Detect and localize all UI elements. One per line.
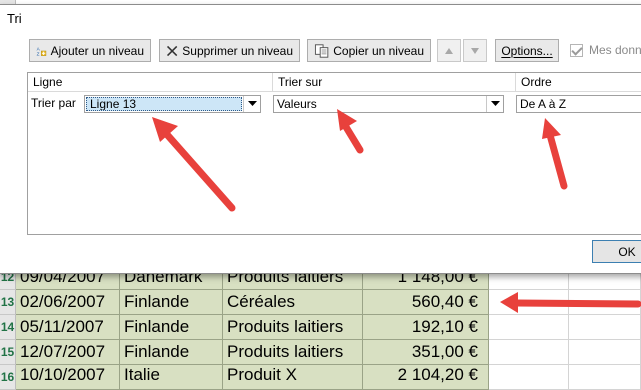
annotation-arrow bbox=[500, 292, 641, 313]
annotation-arrow bbox=[152, 117, 236, 212]
annotation-arrow bbox=[542, 118, 568, 190]
annotation-arrows bbox=[152, 109, 641, 313]
annotation-arrow bbox=[337, 109, 364, 154]
